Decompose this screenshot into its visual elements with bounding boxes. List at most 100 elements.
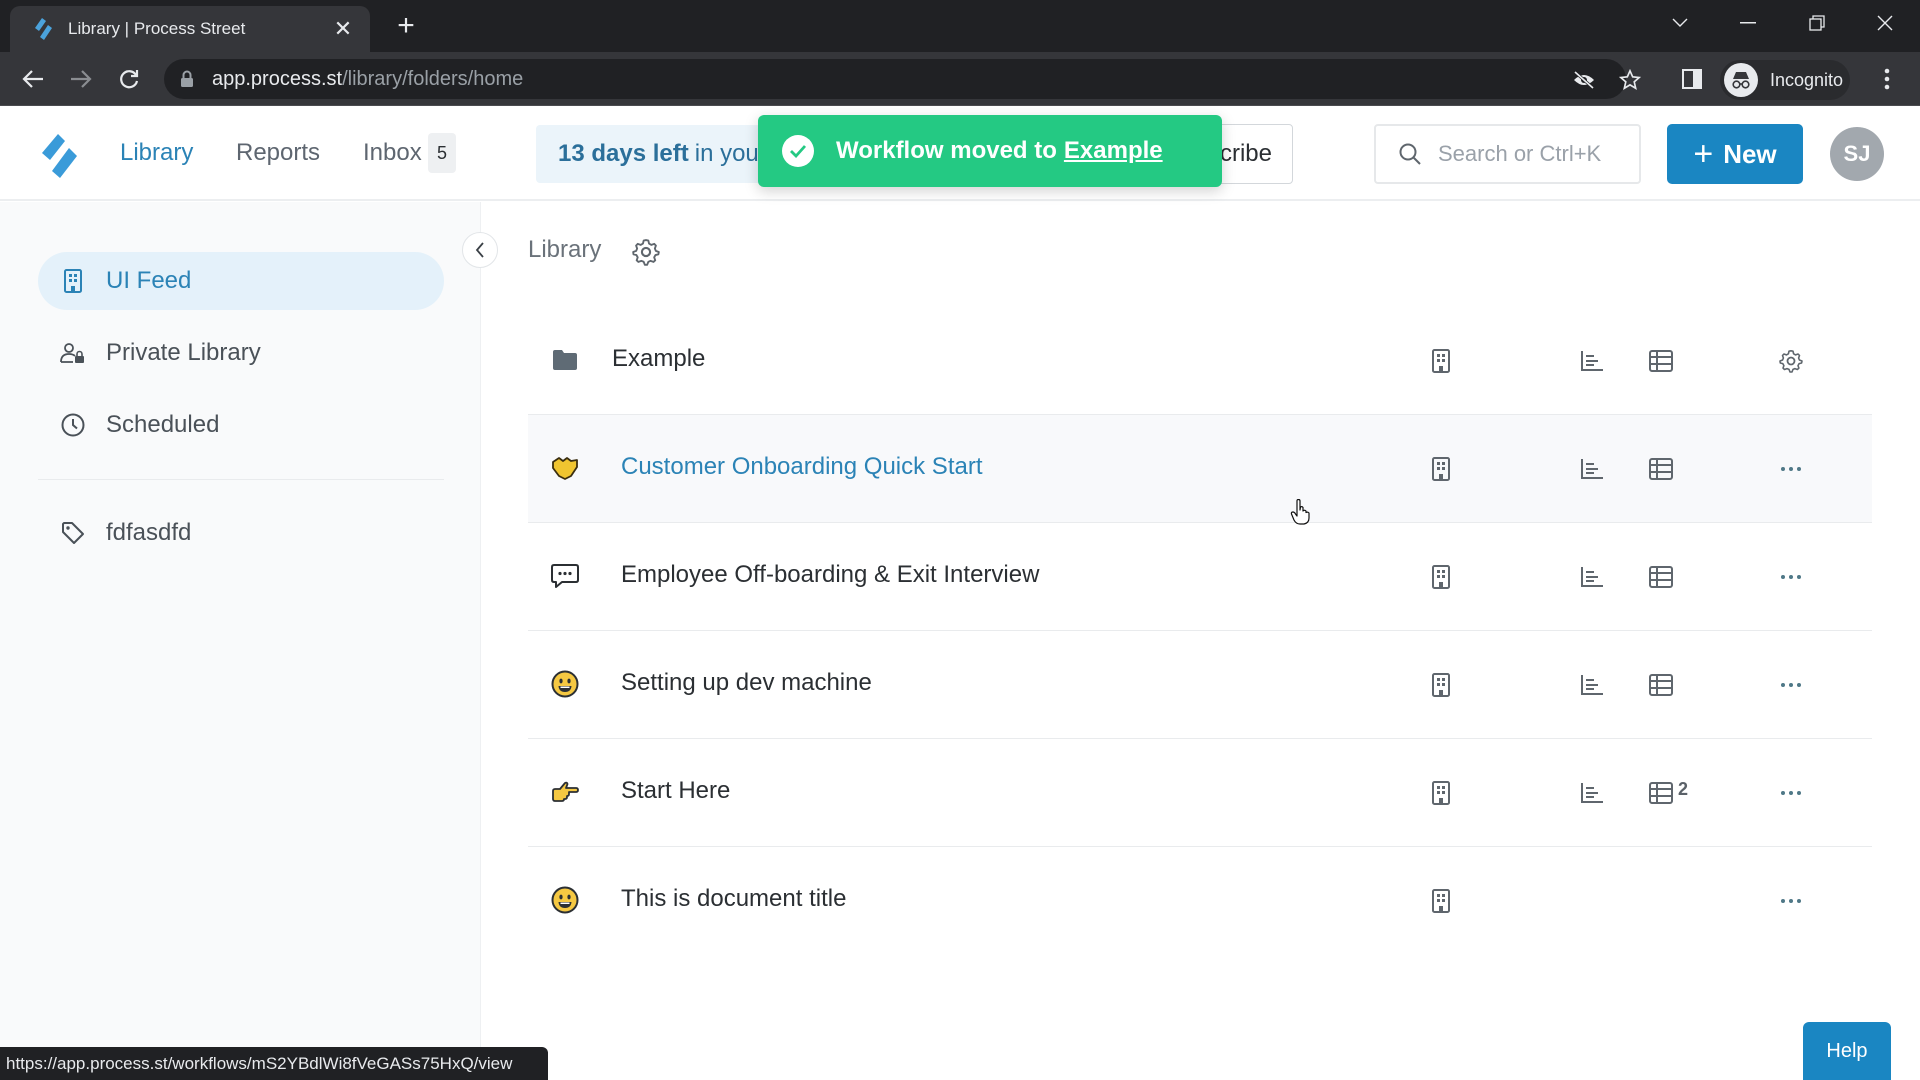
tab-close-icon[interactable]: ✕	[330, 16, 356, 42]
search-field[interactable]	[1374, 124, 1641, 184]
more-options-icon[interactable]	[1778, 672, 1804, 698]
browser-tab-active[interactable]: Library | Process Street ✕	[10, 6, 370, 52]
sidebar: UI Feed Private Library Scheduled fdfasd…	[0, 202, 481, 1080]
toast-folder-link[interactable]: Example	[1064, 137, 1163, 165]
data-table-icon[interactable]	[1648, 780, 1674, 806]
row-title[interactable]: Example	[612, 345, 705, 373]
back-arrow-icon[interactable]	[18, 64, 48, 94]
url-path: /library/folders/home	[342, 67, 524, 90]
user-avatar[interactable]: SJ	[1830, 127, 1884, 181]
workflow-row[interactable]: Employee Off-boarding & Exit Interview	[528, 523, 1872, 631]
browser-tab-bar: Library | Process Street ✕ +	[0, 0, 1920, 52]
building-icon[interactable]	[1428, 672, 1454, 698]
sidebar-tag-item[interactable]: fdfasdfd	[38, 504, 444, 562]
success-toast: Workflow moved to Example	[758, 115, 1222, 187]
row-title[interactable]: Employee Off-boarding & Exit Interview	[621, 561, 1039, 589]
building-icon	[60, 268, 86, 294]
new-tab-button[interactable]: +	[390, 10, 422, 42]
building-icon[interactable]	[1428, 348, 1454, 374]
collapse-sidebar-button[interactable]	[462, 232, 498, 268]
user-lock-icon	[60, 340, 86, 366]
help-button[interactable]: Help	[1803, 1022, 1891, 1080]
nav-library[interactable]: Library	[120, 139, 193, 167]
data-table-icon[interactable]	[1648, 672, 1674, 698]
speech-bubble-icon	[550, 561, 580, 591]
minimize-icon[interactable]	[1733, 8, 1763, 38]
more-options-icon[interactable]	[1778, 456, 1804, 482]
more-options-icon[interactable]	[1778, 564, 1804, 590]
row-title[interactable]: Setting up dev machine	[621, 669, 872, 697]
page-row[interactable]: This is document title	[528, 847, 1872, 955]
search-icon	[1399, 143, 1421, 165]
reports-chart-icon[interactable]	[1579, 348, 1605, 374]
reports-chart-icon[interactable]	[1579, 672, 1605, 698]
reports-chart-icon[interactable]	[1579, 456, 1605, 482]
restore-icon[interactable]	[1802, 8, 1832, 38]
trial-days-left: 13 days left	[558, 140, 689, 167]
data-table-icon[interactable]	[1648, 348, 1674, 374]
more-options-icon[interactable]	[1778, 780, 1804, 806]
data-table-icon[interactable]	[1648, 564, 1674, 590]
nav-reports[interactable]: Reports	[236, 139, 320, 167]
data-set-count: 2	[1678, 779, 1689, 799]
sidebar-item-scheduled[interactable]: Scheduled	[38, 396, 444, 454]
sidebar-tag-label: fdfasdfd	[106, 519, 192, 546]
inbox-count-badge: 5	[428, 133, 456, 173]
side-panel-icon[interactable]	[1677, 64, 1707, 94]
row-title[interactable]: Customer Onboarding Quick Start	[621, 453, 983, 481]
row-title[interactable]: Start Here	[621, 777, 730, 805]
new-button[interactable]: + New	[1667, 124, 1803, 184]
plus-icon: +	[1693, 135, 1714, 173]
process-street-favicon	[35, 18, 52, 40]
lock-icon	[181, 70, 193, 87]
reload-icon[interactable]	[114, 64, 144, 94]
incognito-profile-button[interactable]: Incognito	[1720, 60, 1850, 100]
url-host: app.process.st	[212, 67, 343, 90]
tab-search-chevron-icon[interactable]	[1665, 8, 1695, 38]
tab-title: Library | Process Street	[68, 19, 246, 38]
trial-banner[interactable]: 13 days left in your trial	[536, 125, 766, 183]
building-icon[interactable]	[1428, 456, 1454, 482]
sidebar-item-label: Scheduled	[106, 411, 220, 438]
nav-inbox[interactable]: Inbox	[363, 139, 422, 167]
sidebar-divider	[38, 479, 444, 480]
toast-message: Workflow moved to	[836, 137, 1057, 164]
building-icon[interactable]	[1428, 888, 1454, 914]
process-street-logo[interactable]	[34, 131, 84, 181]
breadcrumb-library[interactable]: Library	[528, 236, 601, 264]
browser-toolbar: app.process.st/library/folders/home Inco…	[0, 52, 1920, 106]
tag-icon	[60, 520, 86, 546]
handshake-emoji-icon	[550, 453, 580, 483]
reports-chart-icon[interactable]	[1579, 780, 1605, 806]
workflow-row[interactable]: Customer Onboarding Quick Start	[528, 415, 1872, 523]
sidebar-item-private-library[interactable]: Private Library	[38, 324, 444, 382]
data-table-icon[interactable]	[1648, 456, 1674, 482]
incognito-label: Incognito	[1770, 69, 1844, 90]
link-hover-status-url: https://app.process.st/workflows/mS2YBdl…	[0, 1047, 548, 1080]
folder-settings-gear-icon[interactable]	[1778, 348, 1804, 374]
reports-chart-icon[interactable]	[1579, 564, 1605, 590]
clock-icon	[60, 412, 86, 438]
tracking-protection-eye-off-icon[interactable]	[1571, 67, 1597, 93]
workflow-row[interactable]: Start Here 2	[528, 739, 1872, 847]
check-circle-icon	[782, 135, 814, 167]
forward-arrow-icon[interactable]	[66, 64, 96, 94]
more-options-icon[interactable]	[1778, 888, 1804, 914]
browser-menu-kebab-icon[interactable]	[1872, 64, 1902, 94]
row-title[interactable]: This is document title	[621, 885, 846, 913]
building-icon[interactable]	[1428, 780, 1454, 806]
sidebar-item-ui-feed[interactable]: UI Feed	[38, 252, 444, 310]
folder-icon	[550, 345, 580, 375]
grinning-face-emoji-icon	[550, 885, 580, 915]
building-icon[interactable]	[1428, 564, 1454, 590]
workflow-row[interactable]: Setting up dev machine	[528, 631, 1872, 739]
folder-row[interactable]: Example	[528, 307, 1872, 415]
pointing-right-emoji-icon	[550, 777, 580, 807]
bookmark-star-icon[interactable]	[1617, 67, 1643, 93]
sidebar-item-label: UI Feed	[106, 267, 192, 294]
search-input[interactable]	[1438, 141, 1638, 167]
library-settings-gear-icon[interactable]	[632, 238, 660, 266]
address-bar[interactable]: app.process.st/library/folders/home	[164, 59, 1641, 99]
close-window-icon[interactable]	[1870, 8, 1900, 38]
incognito-icon	[1724, 63, 1758, 97]
